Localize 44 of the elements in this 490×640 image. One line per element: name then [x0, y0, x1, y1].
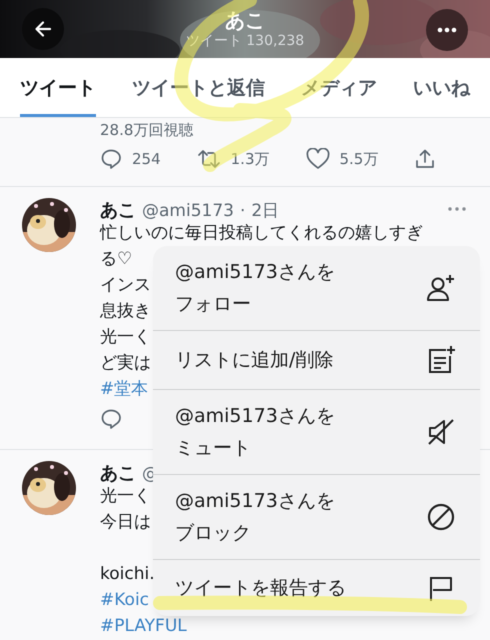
action-count: 254 [132, 150, 161, 168]
tab[interactable]: ツイートと返信 [132, 58, 265, 117]
hashtag-link[interactable]: #Koic [100, 587, 150, 613]
share-icon[interactable] [414, 148, 436, 170]
tweet-text: 息抜き [100, 300, 151, 323]
tweet-text: ど実は [100, 352, 151, 375]
block-icon [426, 502, 456, 532]
tab[interactable]: メディア [301, 58, 377, 117]
tweet-text: 光一く [100, 326, 151, 349]
menu-item[interactable]: @ami5173さんを フォロー [153, 246, 480, 331]
muted-speaker-icon [426, 417, 456, 447]
view-count: 28.8万回視聴 [100, 120, 194, 140]
tab[interactable]: いいね [413, 58, 470, 117]
author-handle: @ami5173 [142, 201, 234, 221]
menu-item[interactable]: @ami5173さんを ミュート [153, 390, 480, 475]
tweet-text: 今日は [100, 511, 151, 534]
tweet-count: ツイート 130,238 [186, 32, 304, 50]
profile-name: あこ [225, 8, 265, 32]
tweet-text: 忙しいのに毎日投稿してくれるの嬉しすぎ [100, 222, 423, 245]
reply-icon[interactable] [100, 408, 122, 430]
action-count: 5.5万 [340, 150, 378, 168]
menu-item[interactable]: ツイートを報告する [153, 560, 480, 616]
author-name: あこ [100, 462, 136, 485]
tweet-text: る♡ [100, 248, 132, 271]
back-arrow-icon [33, 19, 53, 39]
tweet-time: 2日 [251, 200, 280, 222]
tweet-text: 光一く [100, 485, 151, 508]
tweet-text: インス [100, 274, 151, 297]
hashtag-link[interactable]: #PLAYFUL [100, 613, 187, 639]
more-icon[interactable] [448, 207, 466, 211]
more-icon [437, 27, 457, 33]
add-person-icon [426, 273, 456, 303]
menu-item[interactable]: リストに追加/削除 [153, 331, 480, 390]
add-list-icon [426, 345, 456, 375]
tweet-text: koichi. [100, 563, 155, 586]
separator: · [240, 201, 246, 221]
menu-item[interactable]: @ami5173さんを ブロック [153, 475, 480, 560]
author-name: あこ [100, 199, 136, 222]
hashtag-link[interactable]: #堂本 [100, 376, 148, 402]
heart-icon[interactable] [306, 148, 330, 170]
tab[interactable]: ツイート [20, 58, 96, 117]
reply-icon[interactable] [100, 148, 122, 170]
action-count: 1.3万 [230, 150, 270, 168]
retweet-icon[interactable] [196, 148, 221, 170]
